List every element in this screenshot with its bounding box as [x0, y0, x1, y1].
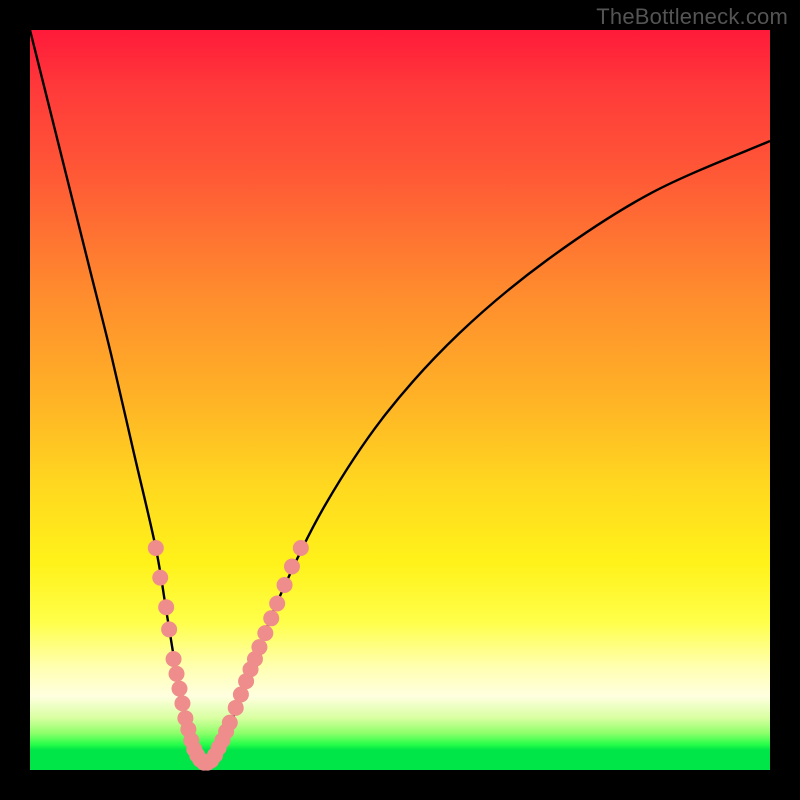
- marker-point: [277, 577, 293, 593]
- marker-point: [161, 621, 177, 637]
- chart-overlay: [30, 30, 770, 770]
- chart-frame: TheBottleneck.com: [0, 0, 800, 800]
- marker-point: [263, 610, 279, 626]
- marker-point: [293, 540, 309, 556]
- marker-point: [269, 596, 285, 612]
- bottleneck-curve: [30, 30, 770, 767]
- marker-point: [222, 715, 238, 731]
- marker-point: [148, 540, 164, 556]
- marker-point: [152, 570, 168, 586]
- marker-point: [158, 599, 174, 615]
- watermark-text: TheBottleneck.com: [596, 4, 788, 30]
- marker-point: [169, 666, 185, 682]
- marker-point: [251, 639, 267, 655]
- marker-point: [174, 695, 190, 711]
- marker-group: [148, 540, 309, 771]
- marker-point: [257, 625, 273, 641]
- marker-point: [284, 559, 300, 575]
- marker-point: [171, 681, 187, 697]
- marker-point: [166, 651, 182, 667]
